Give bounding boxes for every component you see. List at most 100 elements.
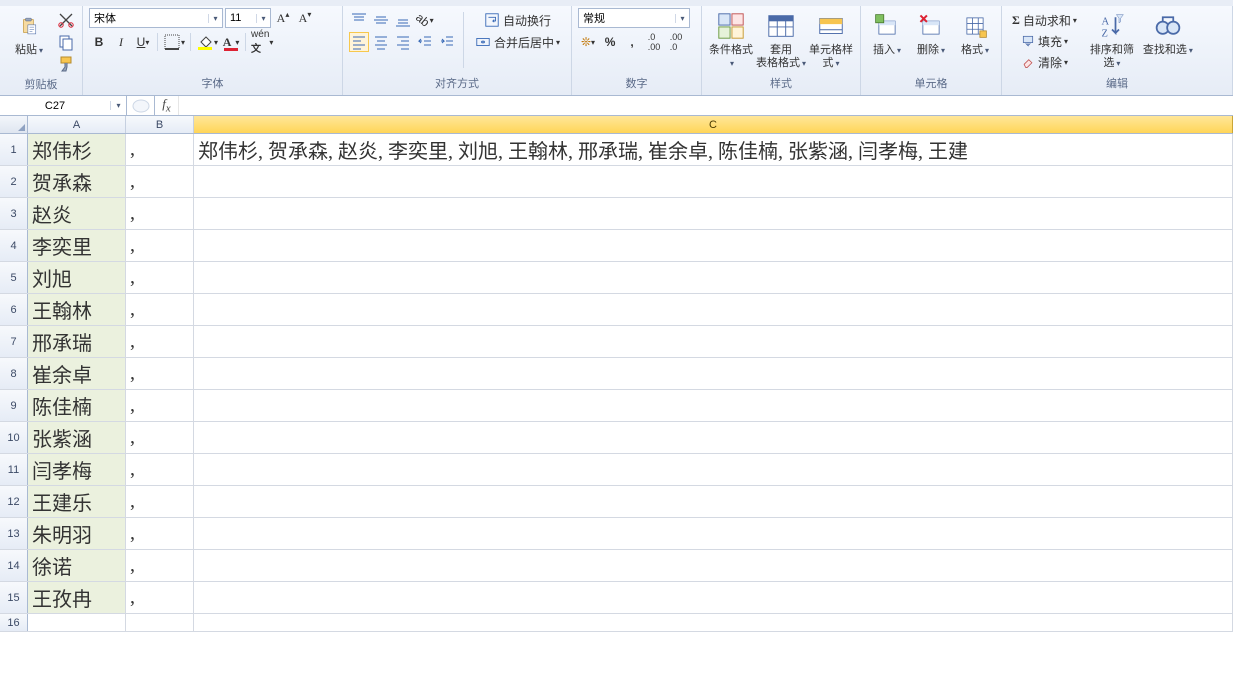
row-header[interactable]: 2 xyxy=(0,166,28,197)
row-header[interactable]: 14 xyxy=(0,550,28,581)
select-all-corner[interactable] xyxy=(0,116,28,133)
font-name-input[interactable] xyxy=(90,12,208,24)
cell[interactable] xyxy=(194,358,1233,389)
row-header[interactable]: 13 xyxy=(0,518,28,549)
cell[interactable]: , xyxy=(126,422,194,453)
format-painter-button[interactable] xyxy=(56,54,76,74)
col-header-C[interactable]: C xyxy=(194,116,1233,133)
cell[interactable]: , xyxy=(126,582,194,613)
row-header[interactable]: 8 xyxy=(0,358,28,389)
font-size-input[interactable] xyxy=(226,12,256,24)
formula-input[interactable] xyxy=(179,96,1233,115)
align-bottom-button[interactable] xyxy=(393,10,413,30)
cell[interactable]: 陈佳楠 xyxy=(28,390,126,421)
autosum-button[interactable]: Σ自动求和▾ xyxy=(1008,10,1081,30)
font-name-combo[interactable]: ▾ xyxy=(89,8,223,28)
row-header[interactable]: 15 xyxy=(0,582,28,613)
cell[interactable]: 徐诺 xyxy=(28,550,126,581)
cell[interactable]: 闫孝梅 xyxy=(28,454,126,485)
cell[interactable]: , xyxy=(126,358,194,389)
cell[interactable]: 郑伟杉 xyxy=(28,134,126,165)
clear-button[interactable]: 清除▾ xyxy=(1008,52,1081,72)
chevron-down-icon[interactable]: ▾ xyxy=(110,101,126,110)
row-header[interactable]: 12 xyxy=(0,486,28,517)
sort-filter-button[interactable]: AZ 排序和筛选 xyxy=(1085,8,1139,70)
cell[interactable]: , xyxy=(126,550,194,581)
row-header[interactable]: 5 xyxy=(0,262,28,293)
cell[interactable] xyxy=(194,422,1233,453)
bold-button[interactable]: B xyxy=(89,32,109,52)
cell[interactable]: 邢承瑞 xyxy=(28,326,126,357)
cell[interactable]: , xyxy=(126,134,194,165)
insert-function-button[interactable]: fx xyxy=(155,96,179,115)
cell[interactable] xyxy=(194,198,1233,229)
cell[interactable]: , xyxy=(126,198,194,229)
row-header[interactable]: 10 xyxy=(0,422,28,453)
borders-button[interactable]: ▾ xyxy=(162,32,186,52)
row-header[interactable]: 1 xyxy=(0,134,28,165)
shrink-font-button[interactable]: A▾ xyxy=(295,8,315,28)
find-select-button[interactable]: 查找和选 xyxy=(1143,8,1193,57)
cell[interactable]: , xyxy=(126,518,194,549)
row-header[interactable]: 6 xyxy=(0,294,28,325)
cell[interactable] xyxy=(194,262,1233,293)
chevron-down-icon[interactable]: ▾ xyxy=(256,14,270,23)
cell[interactable]: 刘旭 xyxy=(28,262,126,293)
cell[interactable] xyxy=(126,614,194,631)
cell[interactable] xyxy=(28,614,126,631)
name-box-input[interactable] xyxy=(0,100,110,112)
cell[interactable] xyxy=(194,486,1233,517)
number-format-input[interactable] xyxy=(579,12,675,24)
fill-button[interactable]: 填充▾ xyxy=(1008,31,1081,51)
name-box[interactable]: ▾ xyxy=(0,96,127,115)
col-header-B[interactable]: B xyxy=(126,116,194,133)
increase-decimal-button[interactable]: .0.00 xyxy=(644,32,664,52)
cell[interactable]: 王建乐 xyxy=(28,486,126,517)
cell-styles-button[interactable]: 单元格样式 xyxy=(808,8,854,70)
format-button[interactable]: 格式 xyxy=(955,8,995,57)
row-header[interactable]: 16 xyxy=(0,614,28,631)
cell[interactable]: 赵炎 xyxy=(28,198,126,229)
comma-button[interactable]: , xyxy=(622,32,642,52)
merge-center-button[interactable]: 合并后居中▾ xyxy=(470,32,565,52)
cell[interactable] xyxy=(194,294,1233,325)
cell[interactable]: 张紫涵 xyxy=(28,422,126,453)
cell[interactable] xyxy=(194,230,1233,261)
cell[interactable]: , xyxy=(126,294,194,325)
row-header[interactable]: 11 xyxy=(0,454,28,485)
cell[interactable]: 李奕里 xyxy=(28,230,126,261)
conditional-format-button[interactable]: 条件格式 xyxy=(708,8,754,70)
indent-decrease-button[interactable] xyxy=(415,32,435,52)
cell[interactable]: , xyxy=(126,262,194,293)
align-center-button[interactable] xyxy=(371,32,391,52)
align-left-button[interactable] xyxy=(349,32,369,52)
chevron-down-icon[interactable]: ▾ xyxy=(208,14,222,23)
chevron-down-icon[interactable]: ▾ xyxy=(675,14,689,23)
orientation-button[interactable]: ab▾ xyxy=(415,10,435,30)
percent-button[interactable]: % xyxy=(600,32,620,52)
font-color-button[interactable]: A▾ xyxy=(221,32,241,52)
italic-button[interactable]: I xyxy=(111,32,131,52)
col-header-A[interactable]: A xyxy=(28,116,126,133)
cell[interactable] xyxy=(194,166,1233,197)
align-middle-button[interactable] xyxy=(371,10,391,30)
underline-button[interactable]: U▾ xyxy=(133,32,153,52)
grow-font-button[interactable]: A▴ xyxy=(273,8,293,28)
cell[interactable]: , xyxy=(126,326,194,357)
cell[interactable]: 贺承森 xyxy=(28,166,126,197)
number-format-combo[interactable]: ▾ xyxy=(578,8,690,28)
wrap-text-button[interactable]: 自动换行 xyxy=(470,10,565,30)
row-header[interactable]: 3 xyxy=(0,198,28,229)
cell[interactable] xyxy=(194,454,1233,485)
cell[interactable]: 崔余卓 xyxy=(28,358,126,389)
row-header[interactable]: 4 xyxy=(0,230,28,261)
cell[interactable] xyxy=(194,614,1233,631)
copy-button[interactable] xyxy=(56,32,76,52)
currency-button[interactable]: ❊▾ xyxy=(578,32,598,52)
cut-button[interactable] xyxy=(56,10,76,30)
cell[interactable] xyxy=(194,390,1233,421)
row-header[interactable]: 7 xyxy=(0,326,28,357)
cell[interactable] xyxy=(194,518,1233,549)
cell[interactable]: , xyxy=(126,486,194,517)
format-as-table-button[interactable]: 套用 表格格式 xyxy=(758,8,804,70)
